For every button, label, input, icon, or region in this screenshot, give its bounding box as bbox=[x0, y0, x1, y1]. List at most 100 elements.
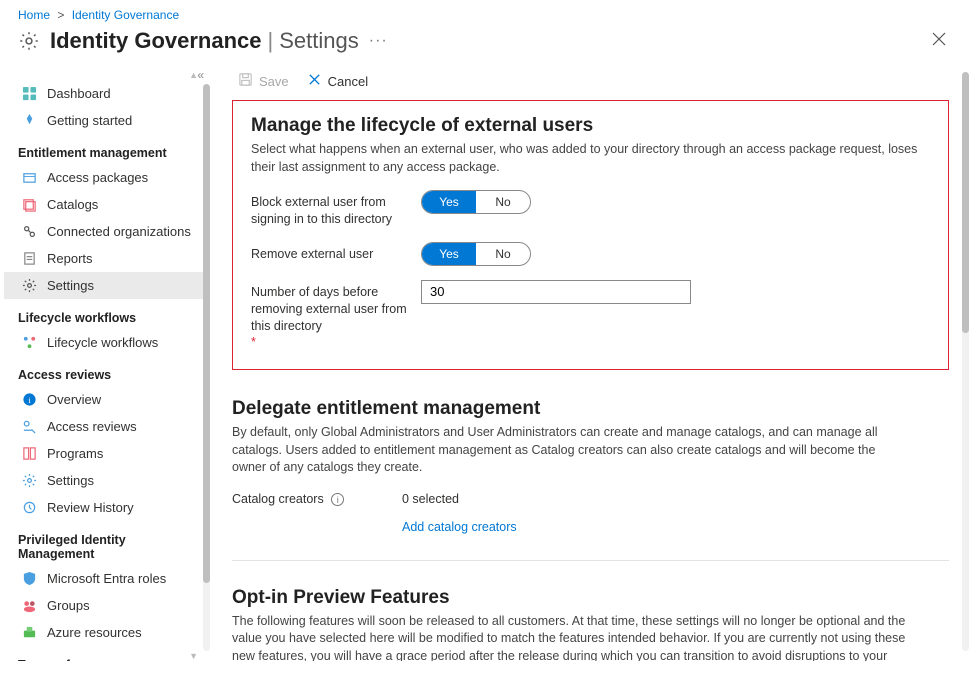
sidebar-header-pim: Privileged Identity Management bbox=[4, 527, 210, 565]
page-title: Identity Governance bbox=[50, 28, 262, 54]
rocket-icon bbox=[22, 113, 37, 128]
sidebar-item-access-reviews[interactable]: Access reviews bbox=[4, 413, 210, 440]
save-button[interactable]: Save bbox=[238, 72, 289, 90]
page-subtitle: Settings bbox=[279, 28, 359, 54]
sidebar-item-label: Reports bbox=[47, 251, 93, 266]
sidebar-item-label: Review History bbox=[47, 500, 134, 515]
cancel-label: Cancel bbox=[328, 74, 368, 89]
shield-icon bbox=[22, 571, 37, 586]
sidebar-item-dashboard[interactable]: Dashboard bbox=[4, 80, 210, 107]
programs-icon bbox=[22, 446, 37, 461]
required-indicator: * bbox=[251, 335, 256, 349]
save-icon bbox=[238, 72, 253, 90]
sidebar-item-access-packages[interactable]: Access packages bbox=[4, 164, 210, 191]
sidebar-item-reports[interactable]: Reports bbox=[4, 245, 210, 272]
sidebar-item-azure-resources[interactable]: Azure resources bbox=[4, 619, 210, 646]
toggle-no[interactable]: No bbox=[476, 243, 530, 265]
section-description: By default, only Global Administrators a… bbox=[232, 424, 912, 477]
sidebar-item-label: Access reviews bbox=[47, 419, 137, 434]
sidebar-item-label: Settings bbox=[47, 473, 94, 488]
sidebar-item-ar-settings[interactable]: Settings bbox=[4, 467, 210, 494]
scroll-down-indicator: ▼ bbox=[189, 651, 210, 661]
catalog-icon bbox=[22, 197, 37, 212]
workflow-icon bbox=[22, 335, 37, 350]
remove-user-toggle[interactable]: Yes No bbox=[421, 242, 531, 266]
preview-features-section: Opt-in Preview Features The following fe… bbox=[232, 587, 949, 661]
sidebar-header-lifecycle: Lifecycle workflows bbox=[4, 305, 210, 329]
groups-icon bbox=[22, 598, 37, 613]
sidebar-item-connected-orgs[interactable]: Connected organizations bbox=[4, 218, 210, 245]
sidebar-header-access-reviews: Access reviews bbox=[4, 362, 210, 386]
toggle-yes[interactable]: Yes bbox=[422, 243, 476, 265]
breadcrumb-identity-governance[interactable]: Identity Governance bbox=[72, 8, 179, 22]
sidebar-item-label: Microsoft Entra roles bbox=[47, 571, 166, 586]
toolbar: Save Cancel bbox=[232, 66, 949, 100]
sidebar-item-getting-started[interactable]: Getting started bbox=[4, 107, 210, 134]
sidebar-header-terms: Terms of use bbox=[4, 652, 210, 661]
resource-icon bbox=[22, 625, 37, 640]
sidebar-item-label: Settings bbox=[47, 278, 94, 293]
breadcrumb-sep: > bbox=[53, 8, 68, 22]
review-icon bbox=[22, 419, 37, 434]
sidebar-item-label: Dashboard bbox=[47, 86, 111, 101]
block-signin-toggle[interactable]: Yes No bbox=[421, 190, 531, 214]
sidebar-item-label: Connected organizations bbox=[47, 224, 191, 239]
days-before-remove-input[interactable] bbox=[421, 280, 691, 304]
add-catalog-creators-link[interactable]: Add catalog creators bbox=[402, 520, 517, 534]
sidebar-scrollbar[interactable] bbox=[203, 84, 210, 651]
cancel-button[interactable]: Cancel bbox=[307, 72, 368, 90]
section-title: Opt-in Preview Features bbox=[232, 587, 949, 609]
gear-icon bbox=[22, 278, 37, 293]
lifecycle-external-users-section: Manage the lifecycle of external users S… bbox=[232, 100, 949, 370]
section-description: The following features will soon be rele… bbox=[232, 613, 912, 661]
toggle-yes[interactable]: Yes bbox=[422, 191, 476, 213]
sidebar-item-label: Lifecycle workflows bbox=[47, 335, 158, 350]
org-icon bbox=[22, 224, 37, 239]
gear-icon bbox=[22, 473, 37, 488]
sidebar-item-label: Overview bbox=[47, 392, 101, 407]
reports-icon bbox=[22, 251, 37, 266]
history-icon bbox=[22, 500, 37, 515]
delegate-entitlement-section: Delegate entitlement management By defau… bbox=[232, 398, 949, 533]
breadcrumb-home[interactable]: Home bbox=[18, 8, 50, 22]
close-icon bbox=[307, 72, 322, 90]
info-icon: i bbox=[22, 392, 37, 407]
section-divider bbox=[232, 560, 949, 561]
sidebar-item-label: Access packages bbox=[47, 170, 148, 185]
sidebar-item-entra-roles[interactable]: Microsoft Entra roles bbox=[4, 565, 210, 592]
scroll-up-indicator: ▲ bbox=[4, 70, 210, 80]
block-signin-label: Block external user from signing in to t… bbox=[251, 190, 421, 228]
catalog-creators-label: Catalog creators i bbox=[232, 491, 402, 508]
sidebar-item-programs[interactable]: Programs bbox=[4, 440, 210, 467]
content-scrollbar[interactable] bbox=[962, 72, 969, 651]
remove-user-label: Remove external user bbox=[251, 242, 421, 263]
sidebar-item-label: Azure resources bbox=[47, 625, 142, 640]
section-title: Manage the lifecycle of external users bbox=[251, 115, 930, 137]
content-pane: Save Cancel Manage the lifecycle of exte… bbox=[210, 66, 975, 661]
sidebar-header-entitlement: Entitlement management bbox=[4, 140, 210, 164]
toggle-no[interactable]: No bbox=[476, 191, 530, 213]
close-button[interactable] bbox=[931, 31, 947, 52]
sidebar-item-overview[interactable]: i Overview bbox=[4, 386, 210, 413]
breadcrumb: Home > Identity Governance bbox=[0, 0, 975, 26]
title-separator: | bbox=[262, 28, 280, 54]
info-icon[interactable]: i bbox=[331, 493, 344, 506]
sidebar-item-label: Groups bbox=[47, 598, 90, 613]
sidebar-item-groups[interactable]: Groups bbox=[4, 592, 210, 619]
more-actions-button[interactable]: ··· bbox=[359, 32, 388, 50]
dashboard-icon bbox=[22, 86, 37, 101]
sidebar-item-catalogs[interactable]: Catalogs bbox=[4, 191, 210, 218]
sidebar-item-review-history[interactable]: Review History bbox=[4, 494, 210, 521]
page-header: Identity Governance | Settings ··· bbox=[0, 26, 975, 66]
sidebar-item-settings[interactable]: Settings bbox=[4, 272, 210, 299]
days-before-remove-label: Number of days before removing external … bbox=[251, 280, 421, 352]
package-icon bbox=[22, 170, 37, 185]
section-title: Delegate entitlement management bbox=[232, 398, 949, 420]
sidebar: « ▲ Dashboard Getting started Entitlemen… bbox=[0, 66, 210, 661]
save-label: Save bbox=[259, 74, 289, 89]
catalog-creators-value: 0 selected bbox=[402, 492, 459, 506]
sidebar-item-lifecycle-workflows[interactable]: Lifecycle workflows bbox=[4, 329, 210, 356]
sidebar-item-label: Catalogs bbox=[47, 197, 98, 212]
sidebar-item-label: Getting started bbox=[47, 113, 132, 128]
collapse-sidebar-button[interactable]: « bbox=[197, 68, 204, 82]
